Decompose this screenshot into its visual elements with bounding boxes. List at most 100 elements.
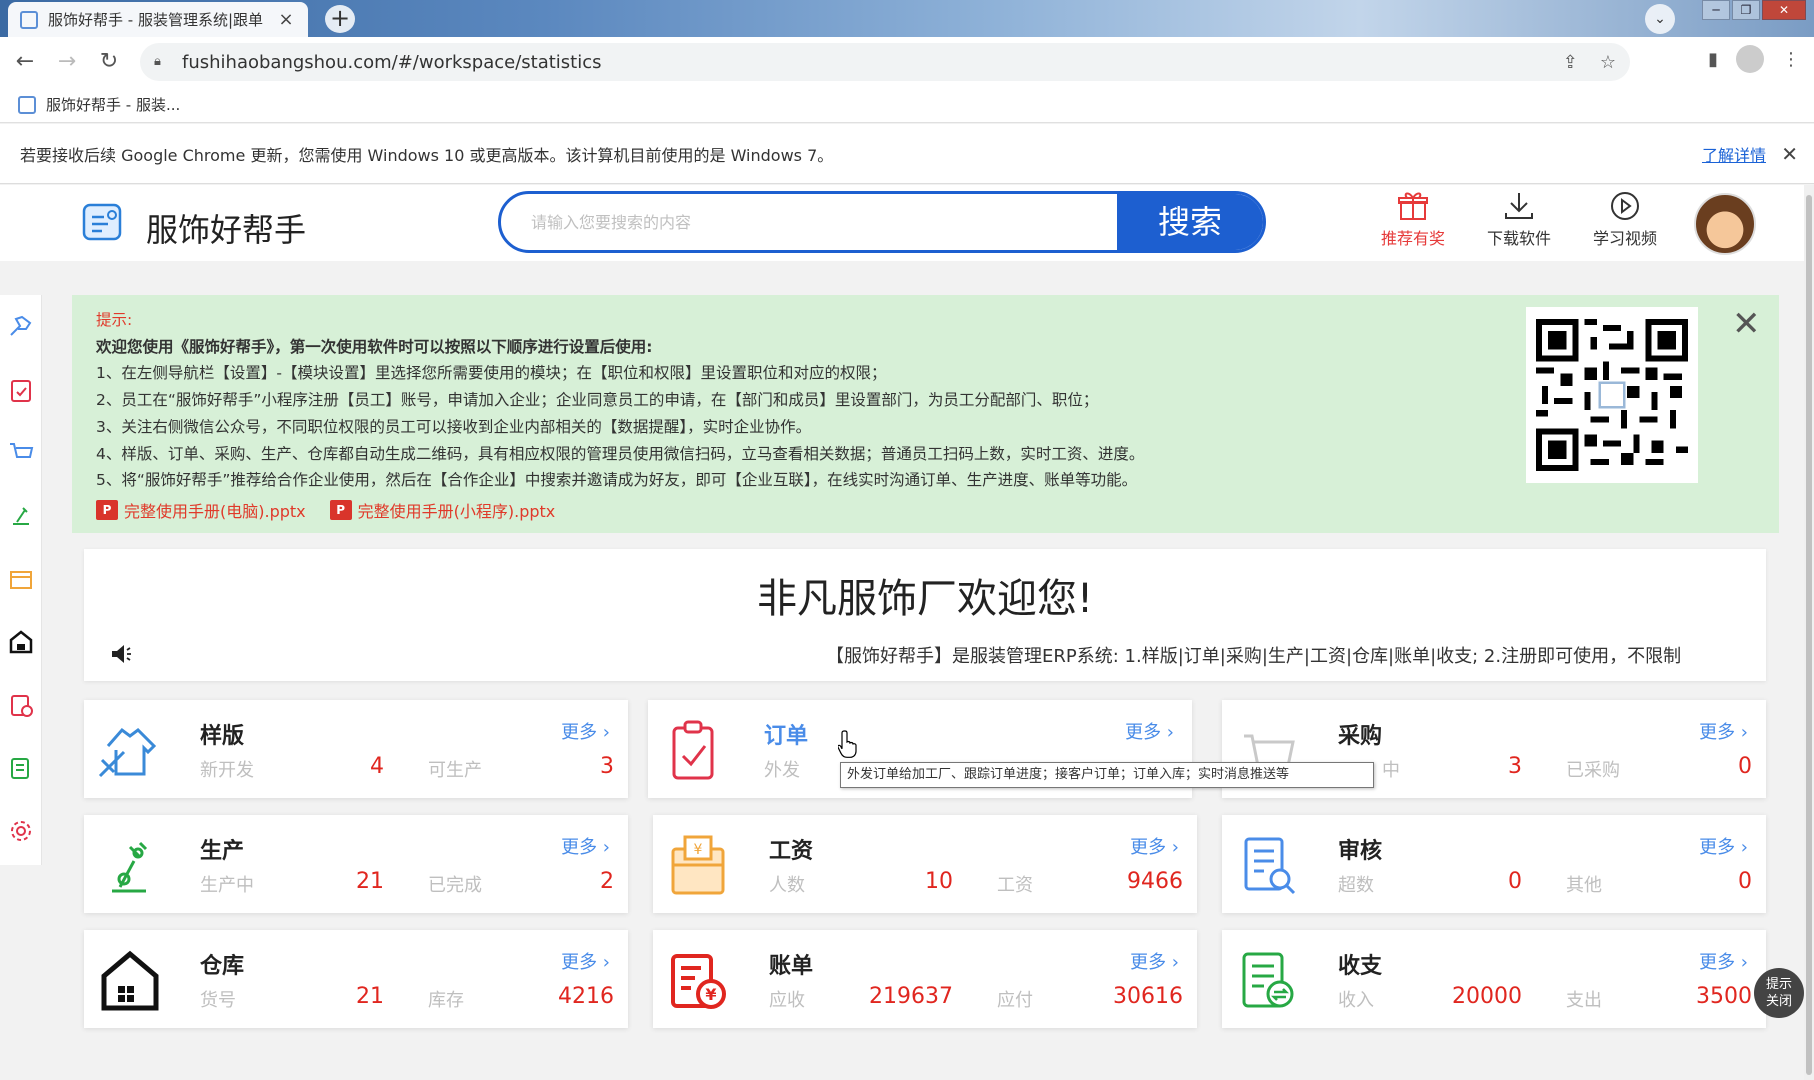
sidebar-item-bill[interactable] [0,673,42,736]
site-favicon-icon [20,10,38,29]
more-link[interactable]: 更多 › [1130,833,1179,859]
update-infobar: 若要接收后续 Google Chrome 更新，您需使用 Windows 10 … [0,124,1814,184]
more-link[interactable]: 更多 › [1699,718,1748,744]
stat-label: 新开发 [200,760,254,781]
cart-nav-icon [10,442,34,458]
profile-icon[interactable] [1736,45,1764,73]
sidebar-item-warehouse[interactable] [0,610,42,673]
more-link[interactable]: 更多 › [561,833,610,859]
warehouse-nav-icon [9,629,33,653]
side-panel-icon[interactable]: ▮ [1708,49,1718,70]
card-title: 仓库 [200,954,245,979]
bookmark-star-icon[interactable]: ☆ [1600,52,1616,73]
stat-value: 21 [356,984,384,1009]
stat-label: 超数 [1338,875,1374,896]
manual-pc-link[interactable]: P 完整使用手册(电脑).pptx [96,498,306,522]
stat-value: 10 [925,869,953,894]
url-text[interactable]: fushihaobangshou.com/#/workspace/statist… [182,52,602,73]
sidebar-item-income[interactable] [0,736,42,799]
bookmarks-bar: 服饰好帮手 - 服装... [0,87,1814,123]
sidebar-item-wage[interactable] [0,547,42,610]
card-sample[interactable]: 样版 更多 › 新开发 4 可生产 3 [84,700,628,798]
menu-icon[interactable]: ⋮ [1782,49,1800,70]
card-audit[interactable]: 审核 更多 › 超数 0 其他 0 [1222,815,1766,913]
stat-value: 30616 [1113,984,1183,1009]
forward-icon[interactable]: → [50,45,84,79]
svg-text:¥: ¥ [694,842,703,858]
learning-video-button[interactable]: 学习视频 [1572,191,1678,249]
more-link[interactable]: 更多 › [561,718,610,744]
tab-close-icon[interactable]: × [276,9,296,30]
app-logo-text[interactable]: 服饰好帮手 [146,205,306,251]
tip-line: 2、员工在“服饰好帮手”小程序注册【员工】账号，申请加入企业；企业同意员工的申请… [96,391,1099,410]
minimize-icon[interactable]: ─ [1702,0,1730,20]
card-title: 收支 [1338,954,1383,979]
card-title: 采购 [1338,724,1383,749]
download-software-button[interactable]: 下载软件 [1466,191,1572,249]
more-link[interactable]: 更多 › [1125,718,1174,744]
manual-miniprogram-link[interactable]: P 完整使用手册(小程序).pptx [329,498,555,522]
hand-cursor-icon [838,730,857,758]
sidebar-item-purchase[interactable] [0,421,42,484]
stat-value: 4216 [558,984,614,1009]
card-production[interactable]: 生产 更多 › 生产中 21 已完成 2 [84,815,628,913]
share-icon[interactable]: ⇪ [1563,52,1578,73]
address-bar[interactable]: 🔒︎ fushihaobangshou.com/#/workspace/stat… [140,43,1630,81]
tip-title: 提示: [96,311,133,329]
bookmark-item[interactable]: 服饰好帮手 - 服装... [46,94,180,115]
stat-value: 0 [1508,869,1522,894]
tip-line: 3、关注右侧微信公众号，不同职位权限的员工可以接收到企业内部相关的【数据提醒】，… [96,417,812,436]
card-wage[interactable]: ¥ 工资 更多 › 人数 10 工资 9466 [653,815,1197,913]
stat-value: 0 [1738,754,1752,779]
search-box: 搜索 [498,191,1266,253]
stat-label: 外发 [764,760,800,781]
browser-tab-strip: 服饰好帮手 - 服装管理系统|跟单 × + ⌄ ─ ❐ ✕ [0,0,1814,37]
search-input[interactable] [501,194,1117,250]
card-title: 订单 [764,724,809,749]
sidebar-item-order[interactable] [0,358,42,421]
stat-value: 4 [370,754,384,779]
sidebar-item-sample[interactable] [0,295,42,358]
stat-label: 工资 [997,875,1033,896]
stat-label: 人数 [769,875,805,896]
tip-toggle-line: 关闭 [1765,994,1792,1009]
new-tab-button[interactable]: + [325,5,355,33]
card-bill[interactable]: ¥ 账单 更多 › 应收 219637 应付 30616 [653,930,1197,1028]
restore-icon[interactable]: ❐ [1732,0,1760,20]
search-button[interactable]: 搜索 [1117,194,1263,250]
scrollbar-thumb[interactable] [1806,195,1812,1075]
back-icon[interactable]: ← [8,45,42,79]
sidebar-item-production[interactable] [0,484,42,547]
audit-icon [1244,837,1296,895]
stat-label: 库存 [428,990,464,1011]
tab-search-icon[interactable]: ⌄ [1645,4,1675,34]
reload-icon[interactable]: ↻ [92,45,126,79]
learn-more-link[interactable]: 了解详情 [1702,142,1766,166]
tip-close-icon[interactable]: ✕ [1732,307,1761,341]
more-link[interactable]: 更多 › [1699,833,1748,859]
download-icon [1505,193,1533,219]
download-software-label: 下载软件 [1486,229,1551,248]
tip-toggle-button[interactable]: 提示 关闭 [1754,968,1804,1018]
more-link[interactable]: 更多 › [1130,948,1179,974]
tip-intro: 欢迎您使用《服饰好帮手》，第一次使用软件时可以按照以下顺序进行设置后使用: [96,337,653,356]
learning-video-label: 学习视频 [1592,229,1657,248]
order-nav-icon [11,379,31,402]
card-warehouse[interactable]: 仓库 更多 › 货号 21 库存 4216 [84,930,628,1028]
bill-nav-icon [11,694,33,717]
refer-reward-button[interactable]: 推荐有奖 [1360,191,1466,249]
sidebar-item-settings[interactable] [0,799,42,862]
stat-label: 收入 [1338,990,1374,1011]
card-income[interactable]: 收支 更多 › 收入 20000 支出 3500 [1222,930,1766,1028]
more-link[interactable]: 更多 › [561,948,610,974]
infobar-close-icon[interactable]: ✕ [1781,142,1798,166]
page-scrollbar[interactable] [1804,185,1814,1080]
more-link[interactable]: 更多 › [1699,948,1748,974]
user-avatar[interactable] [1694,193,1756,255]
lock-icon: 🔒︎ [154,54,161,69]
tip-panel: 提示: 欢迎您使用《服饰好帮手》，第一次使用软件时可以按照以下顺序进行设置后使用… [72,295,1779,533]
stat-value: 9466 [1127,869,1183,894]
window-close-icon[interactable]: ✕ [1762,0,1806,20]
welcome-title: 非凡服饰厂欢迎您! [756,576,1094,622]
browser-tab[interactable]: 服饰好帮手 - 服装管理系统|跟单 × [8,2,308,37]
